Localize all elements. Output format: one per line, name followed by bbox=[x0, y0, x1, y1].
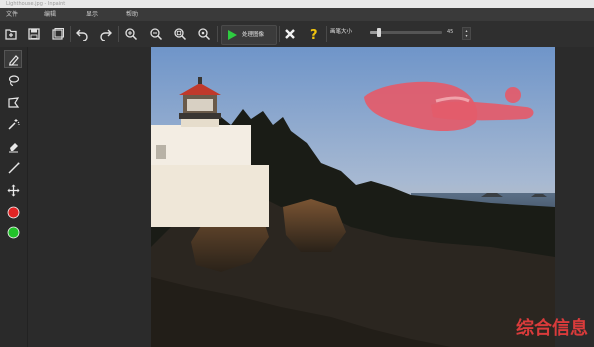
zoom-in-icon bbox=[125, 28, 138, 41]
tool-panel bbox=[0, 47, 28, 347]
brush-size-spinner[interactable]: ▴ ▾ bbox=[462, 27, 471, 40]
undo-button[interactable] bbox=[73, 25, 91, 43]
toolbar-separator bbox=[118, 26, 119, 42]
zoom-out-button[interactable] bbox=[147, 25, 165, 43]
menu-bar: 文件 编辑 显示 帮助 bbox=[0, 8, 594, 21]
photo bbox=[151, 47, 555, 347]
red-color-button[interactable] bbox=[4, 203, 22, 221]
lighthouse-vent bbox=[198, 77, 202, 84]
lasso-icon bbox=[8, 74, 19, 86]
zoom-actual-button[interactable] bbox=[195, 25, 213, 43]
lighthouse-rail bbox=[179, 113, 221, 119]
marker-icon bbox=[8, 54, 19, 66]
mask-dot bbox=[505, 87, 521, 103]
zoom-fit-icon bbox=[174, 28, 187, 41]
toolbar-separator bbox=[326, 26, 327, 42]
play-icon bbox=[228, 30, 237, 40]
save-icon bbox=[28, 28, 40, 40]
zoom-actual-icon bbox=[198, 28, 211, 41]
lasso-tool[interactable] bbox=[4, 71, 22, 89]
polygon-lasso-icon bbox=[7, 96, 19, 108]
magic-wand-tool[interactable] bbox=[4, 115, 22, 133]
lantern-glass bbox=[187, 99, 213, 111]
svg-text:?: ? bbox=[310, 28, 318, 41]
toolbar-separator bbox=[70, 26, 71, 42]
toolbar-separator bbox=[217, 26, 218, 42]
line-icon bbox=[8, 162, 19, 173]
redo-button[interactable] bbox=[97, 25, 115, 43]
brush-size-slider[interactable] bbox=[370, 31, 442, 34]
line-tool[interactable] bbox=[4, 159, 22, 177]
save-as-button[interactable] bbox=[49, 25, 67, 43]
toolbar-separator bbox=[279, 26, 280, 42]
magic-wand-icon bbox=[7, 118, 19, 130]
zoom-out-icon bbox=[150, 28, 163, 41]
watermark: 综合信息 bbox=[516, 318, 588, 339]
window-title: Lighthouse.jpg - Inpaint bbox=[6, 1, 66, 7]
undo-icon bbox=[76, 29, 88, 41]
menu-edit[interactable]: 编辑 bbox=[44, 8, 56, 21]
help-button[interactable]: ? bbox=[305, 25, 323, 43]
toolbar: 处理图像 ? bbox=[0, 21, 594, 48]
brush-size-label: 画笔大小 bbox=[330, 29, 353, 35]
move-icon bbox=[7, 184, 19, 196]
lighthouse-gallery bbox=[181, 119, 219, 127]
open-button[interactable] bbox=[2, 25, 20, 43]
process-image-button[interactable]: 处理图像 bbox=[221, 25, 277, 45]
save-button[interactable] bbox=[25, 25, 43, 43]
brush-size-slider-handle[interactable] bbox=[376, 28, 381, 37]
open-icon bbox=[5, 29, 17, 40]
menu-file[interactable]: 文件 bbox=[6, 8, 18, 21]
zoom-in-button[interactable] bbox=[122, 25, 140, 43]
image-canvas[interactable] bbox=[151, 47, 555, 347]
red-color-icon bbox=[7, 206, 19, 218]
close-icon bbox=[285, 29, 295, 39]
lighthouse-base bbox=[151, 165, 269, 227]
green-color-icon bbox=[7, 226, 19, 238]
eraser-icon bbox=[8, 142, 18, 152]
marker-tool[interactable] bbox=[4, 50, 22, 68]
brush-size-value: 45 bbox=[447, 29, 454, 35]
process-image-label: 处理图像 bbox=[242, 32, 265, 38]
green-color-button[interactable] bbox=[4, 223, 22, 241]
spinner-down-icon[interactable]: ▾ bbox=[463, 33, 470, 38]
move-tool[interactable] bbox=[4, 181, 22, 199]
cancel-button[interactable] bbox=[281, 25, 299, 43]
menu-view[interactable]: 显示 bbox=[86, 8, 98, 21]
zoom-fit-button[interactable] bbox=[171, 25, 189, 43]
title-bar: Lighthouse.jpg - Inpaint bbox=[0, 0, 594, 8]
polygon-lasso-tool[interactable] bbox=[4, 93, 22, 111]
help-icon: ? bbox=[310, 28, 318, 41]
menu-help[interactable]: 帮助 bbox=[126, 8, 138, 21]
save-as-icon bbox=[52, 28, 64, 40]
lighthouse-window bbox=[156, 145, 166, 159]
redo-icon bbox=[100, 29, 112, 41]
eraser-tool[interactable] bbox=[4, 137, 22, 155]
